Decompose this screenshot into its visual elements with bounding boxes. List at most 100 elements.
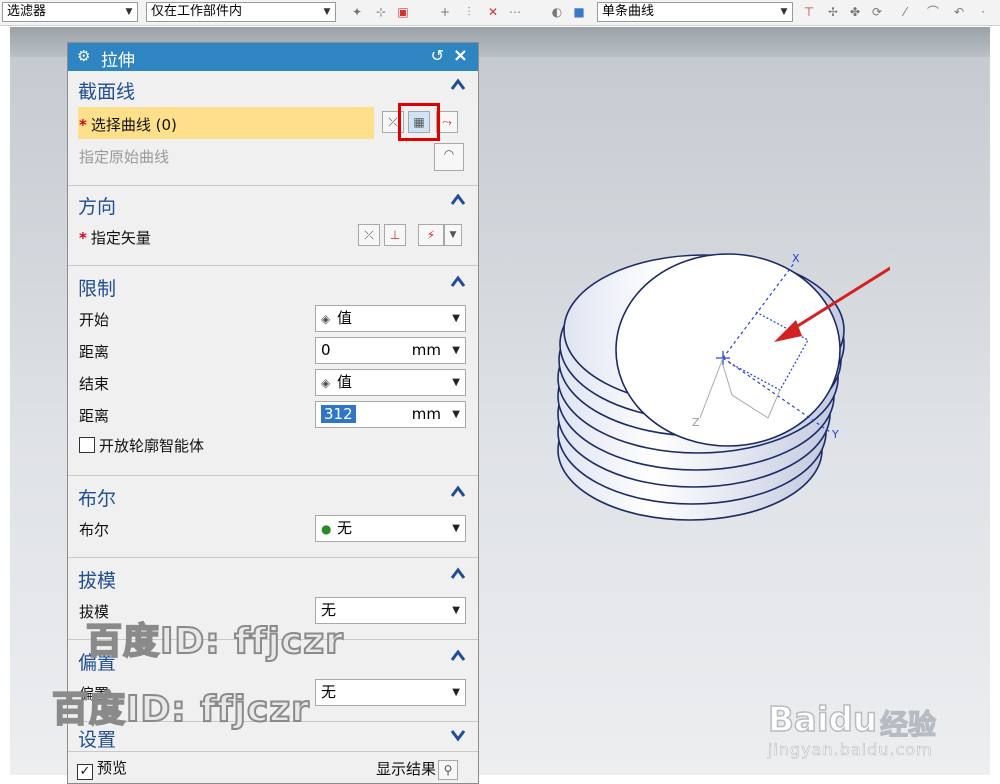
watermark-text-2: 百度ID: ffjczr <box>51 688 310 731</box>
draft-header[interactable]: 拔模 <box>68 560 478 594</box>
chevron-up-icon[interactable] <box>450 274 466 290</box>
end-distance-label: 距离 <box>79 407 110 425</box>
start-distance-input[interactable]: 0 mm ▼ <box>315 337 466 364</box>
offset-select[interactable]: 无 ▼ <box>315 679 466 706</box>
dialog-title-bar: ⚙ 拉伸 ↺ × <box>68 43 478 71</box>
open-profile-label: 开放轮廓智能体 <box>79 435 204 456</box>
arc-icon[interactable]: ⌒ <box>924 3 942 21</box>
chevron-down-icon: ▼ <box>452 605 460 616</box>
vector-dropdown-icon[interactable]: ▼ <box>444 224 462 246</box>
reset-icon[interactable]: ↺ <box>431 46 444 65</box>
chevron-down-icon: ▼ <box>323 7 331 17</box>
chevron-down-icon: ▼ <box>452 313 460 324</box>
boolean-group: 布尔 布尔 ● 无 ▼ <box>68 478 478 558</box>
specify-original-label: 指定原始曲线 <box>79 148 170 166</box>
chevron-down-icon: ▼ <box>780 7 788 17</box>
baidu-logo: Baidu <box>767 699 878 741</box>
slash-icon[interactable]: ⁄ <box>896 3 914 21</box>
open-profile-checkbox[interactable] <box>79 437 95 453</box>
chevron-up-icon[interactable] <box>450 192 466 208</box>
boolean-select[interactable]: ● 无 ▼ <box>315 515 466 542</box>
midpoint-icon[interactable]: ⫶ <box>460 3 478 21</box>
end-distance-row: 距离 312 mm ▼ <box>68 398 478 430</box>
gear-icon[interactable]: ⚙ <box>77 47 90 65</box>
watermark-text: 百度ID: ffjczr <box>85 620 344 663</box>
end-label: 结束 <box>79 375 110 393</box>
direction-group: 方向 * 指定矢量 ⤫ ⊥ ⚡ ▼ <box>68 186 478 266</box>
rotate-icon[interactable]: ⟳ <box>868 3 886 21</box>
callout-box <box>398 103 440 141</box>
show-result-button[interactable]: 显示结果 ⚲ <box>376 758 459 780</box>
filter-combo[interactable]: 选滤器 ▼ <box>2 2 138 22</box>
select-curve-label: * 选择曲线 (0) <box>79 116 177 134</box>
specify-original-row[interactable]: 指定原始曲线 ◠ <box>68 139 478 171</box>
point-icon[interactable]: ⊹ <box>372 3 390 21</box>
chevron-up-icon[interactable] <box>450 566 466 582</box>
direction-header[interactable]: 方向 <box>68 186 478 220</box>
top-toolbar: 选滤器 ▼ 仅在工作部件内 ▼ ✦ ⊹ ▣ + ⫶ ✕ ⋯ ◐ ■ 单条曲线 ▼ ⊤ … <box>0 0 1000 26</box>
axis-z-label: Z <box>692 416 700 429</box>
original-curve-icon[interactable]: ◠ <box>434 143 464 171</box>
threaded-cylinder-model[interactable]: X Y Z <box>540 240 890 570</box>
required-star-icon: * <box>79 116 87 134</box>
chevron-up-icon[interactable] <box>450 648 466 664</box>
axis-x-label: X <box>792 252 800 265</box>
magnifier-icon: ⚲ <box>438 760 459 780</box>
undo-icon[interactable]: ↶ <box>950 3 968 21</box>
snap-icon[interactable]: ✦ <box>348 3 366 21</box>
extrude-dialog: ⚙ 拉伸 ↺ × 截面线 * 选择曲线 (0) ⤫ ▦ ⤳ 指定原始曲线 ◠ 方向 <box>67 42 479 784</box>
chevron-up-icon[interactable] <box>450 484 466 500</box>
start-type-select[interactable]: ◈ 值 ▼ <box>315 305 466 332</box>
baidu-url: jingyan.baidu.com <box>768 740 933 760</box>
close-icon[interactable]: × <box>453 45 468 66</box>
specify-vector-row[interactable]: * 指定矢量 ⤫ ⊥ ⚡ ▼ <box>68 220 478 252</box>
end-row: 结束 ◈ 值 ▼ <box>68 366 478 398</box>
preview-checkbox[interactable]: ✓ <box>77 764 93 780</box>
stop-icon[interactable]: ⊤ <box>800 3 818 21</box>
boolean-none-icon: ● <box>321 522 332 536</box>
intersect-icon[interactable]: ✕ <box>484 3 502 21</box>
open-profile-row[interactable]: 开放轮廓智能体 <box>68 430 478 462</box>
chevron-down-icon: ▼ <box>452 345 460 356</box>
cube-icon[interactable]: ■ <box>570 3 588 21</box>
limits-group: 限制 开始 ◈ 值 ▼ 距离 0 mm ▼ 结束 ◈ 值 ▼ 距离 312 mm ▼ 开放轮廓智… <box>68 268 478 476</box>
axis-y-label: Y <box>831 428 839 441</box>
grid-icon[interactable]: ⋯ <box>506 3 524 21</box>
section-curve-header[interactable]: 截面线 <box>68 71 478 105</box>
plus-icon[interactable]: + <box>436 3 454 21</box>
boolean-header[interactable]: 布尔 <box>68 478 478 512</box>
specify-vector-label: * 指定矢量 <box>79 229 151 247</box>
chevron-up-icon[interactable] <box>450 77 466 93</box>
start-distance-row: 距离 0 mm ▼ <box>68 334 478 366</box>
scope-combo[interactable]: 仅在工作部件内 ▼ <box>146 2 336 22</box>
value-icon: ◈ <box>321 376 331 390</box>
chevron-down-icon: ▼ <box>452 409 460 420</box>
more-icon[interactable]: · <box>974 3 992 21</box>
limits-title: 限制 <box>78 278 117 300</box>
end-type-select[interactable]: ◈ 值 ▼ <box>315 369 466 396</box>
curve-rule-combo[interactable]: 单条曲线 ▼ <box>597 2 793 22</box>
start-row: 开始 ◈ 值 ▼ <box>68 302 478 334</box>
start-label: 开始 <box>79 311 110 329</box>
dialog-title: 拉伸 <box>101 51 135 71</box>
move-icon[interactable]: ✢ <box>824 3 842 21</box>
cross-icon[interactable]: ✤ <box>846 3 864 21</box>
limits-header[interactable]: 限制 <box>68 268 478 302</box>
top-face[interactable] <box>615 253 841 447</box>
boolean-label: 布尔 <box>79 521 110 539</box>
view-icon[interactable]: ▣ <box>394 3 412 21</box>
vector-type-icon[interactable]: ⚡ <box>418 224 444 246</box>
chevron-down-icon: ▼ <box>452 523 460 534</box>
select-curve-row[interactable]: * 选择曲线 (0) ⤫ ▦ ⤳ <box>68 103 478 141</box>
chevron-down-icon[interactable] <box>450 727 466 743</box>
reverse-icon[interactable]: ⤫ <box>358 224 380 246</box>
baidu-jingyan-label: 经验 <box>879 707 937 741</box>
required-star-icon: * <box>79 229 87 247</box>
chevron-down-icon: ▼ <box>452 377 460 388</box>
section-curve-title: 截面线 <box>78 81 136 103</box>
preview-label: ✓ 预览 <box>77 757 127 780</box>
globe-icon[interactable]: ◐ <box>548 3 566 21</box>
end-distance-input[interactable]: 312 mm ▼ <box>315 401 466 428</box>
boolean-row: 布尔 ● 无 ▼ <box>68 512 478 544</box>
vector-dialog-icon[interactable]: ⊥ <box>384 224 406 246</box>
